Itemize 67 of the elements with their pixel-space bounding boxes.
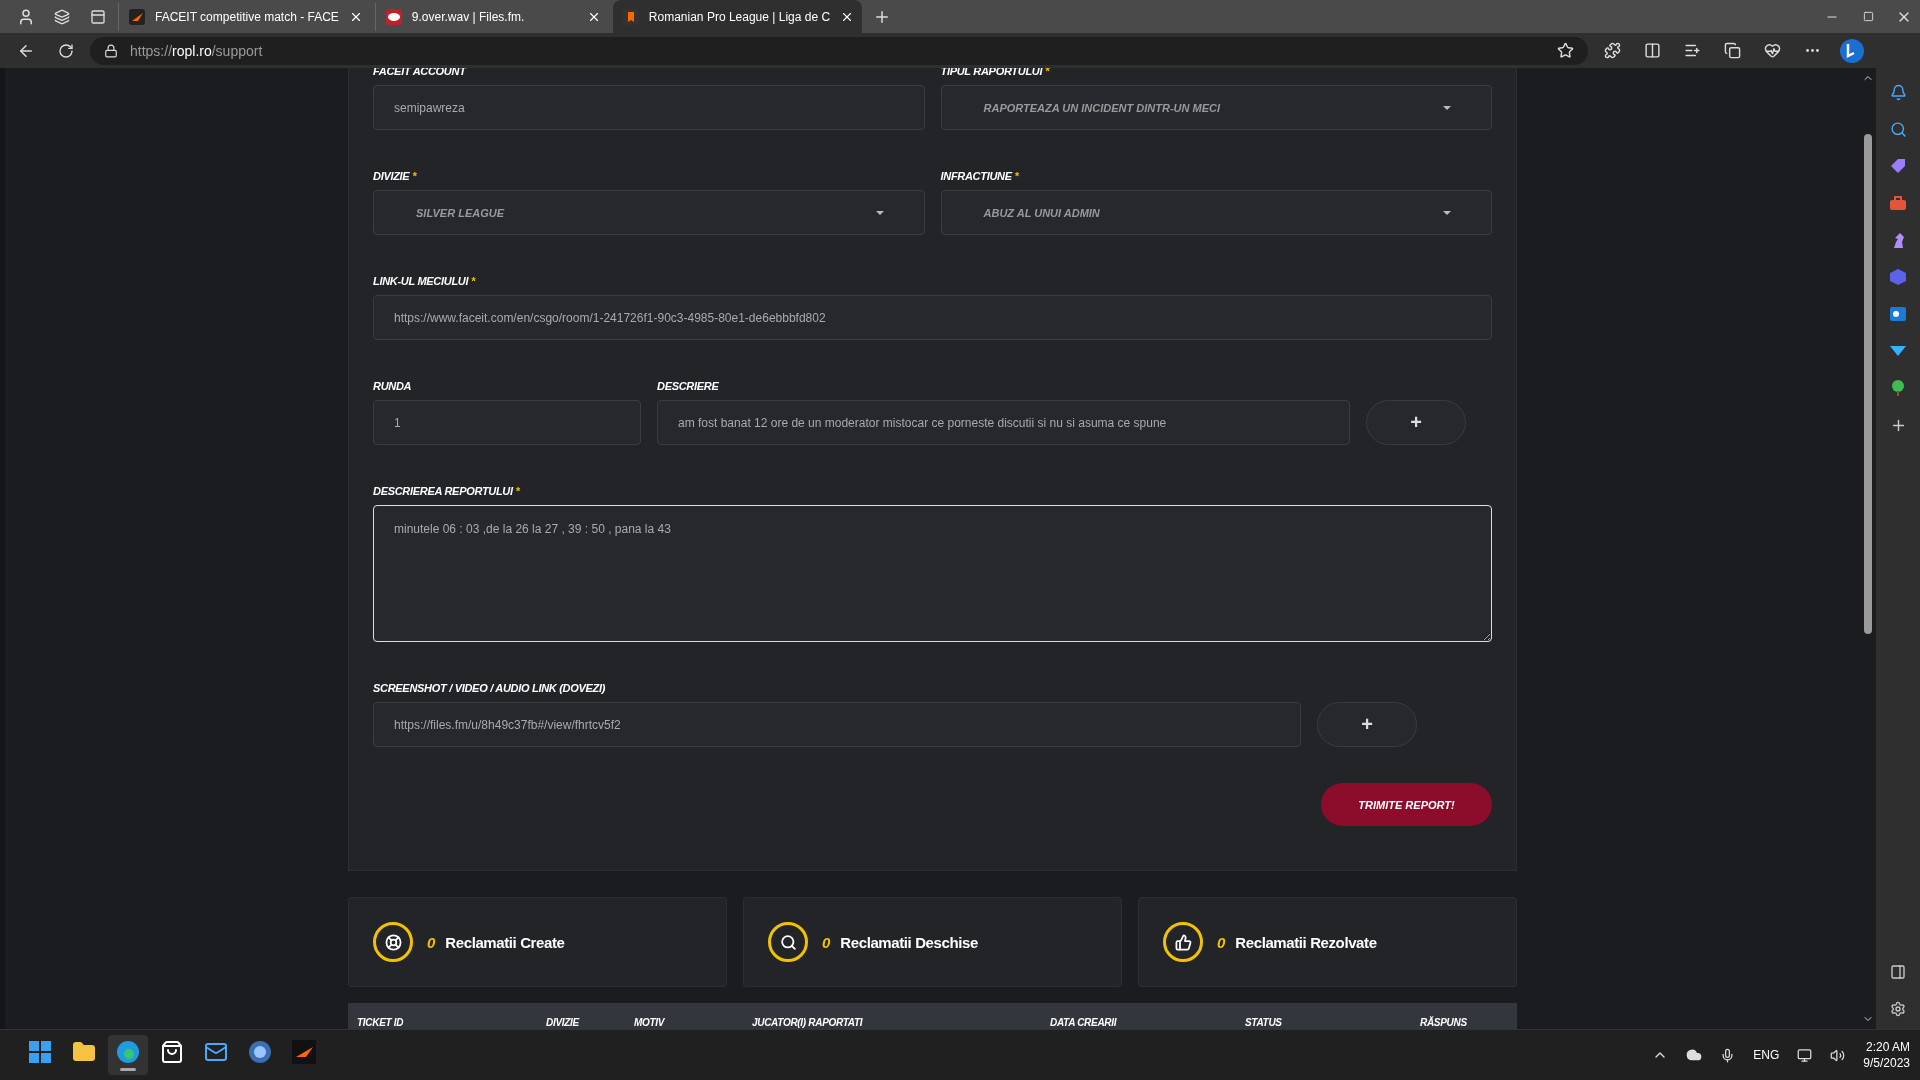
input-field[interactable]: https://www.faceit.com/en/csgo/room/1-241726f1-90c3-4985-80e1-de6ebbbfd802 [373, 295, 1492, 340]
search-icon[interactable] [1888, 119, 1908, 139]
field-label: DESCRIERE [657, 380, 720, 392]
thumbs-up-icon [1163, 922, 1203, 962]
select-field[interactable]: SILVER LEAGUE [373, 190, 925, 235]
column-header: TICKET ID [357, 1017, 405, 1029]
input-field[interactable]: https://files.fm/u/8h49c37fb#/view/fhrtcv5f2 [373, 702, 1301, 747]
caret-icon [1443, 105, 1451, 110]
store-icon [160, 1039, 184, 1064]
column-header: DIVIZIE [546, 1017, 581, 1029]
volume-icon[interactable] [1830, 1047, 1846, 1063]
column-header: MOTIV [634, 1017, 666, 1029]
network-icon[interactable] [1797, 1047, 1813, 1063]
address-bar[interactable]: https://ropl.ro/support [90, 36, 1588, 65]
column-header: STATUS [1245, 1017, 1283, 1029]
field-label: FACEIT ACCOUNT [373, 68, 467, 77]
lock-icon [104, 43, 118, 58]
browser-tab[interactable]: FACEIT competitive match - FACE [118, 2, 371, 31]
windows-icon [28, 1039, 52, 1064]
faceit-app-icon [292, 1039, 316, 1064]
column-header: JUCATOR(I) RAPORTATI [752, 1017, 864, 1029]
stat-count: 0 [427, 933, 436, 951]
field-label: DIVIZIE * [373, 170, 418, 182]
bell-icon[interactable] [1888, 82, 1908, 102]
stat-count: 0 [822, 933, 831, 951]
sidebar-icon[interactable] [1888, 962, 1908, 982]
textarea-field[interactable]: minutele 06 : 03 ,de la 26 la 27 , 39 : 50 , pana la 43 [373, 505, 1492, 642]
input-field[interactable]: am fost banat 12 ore de un moderator mistocar ce porneste discutii si nu si asuma ce spune [657, 400, 1350, 445]
cloud-icon[interactable] [1686, 1047, 1703, 1063]
select-field[interactable]: RAPORTEAZA UN INCIDENT DINTR-UN MECI [940, 85, 1492, 130]
submit-button[interactable]: TRIMITE REPORT! [1321, 783, 1492, 826]
search-icon [768, 922, 808, 962]
field-label: INFRACTIUNE * [940, 170, 1020, 182]
favicon-icon [622, 8, 639, 25]
stat-label: Reclamatii Rezolvate [1235, 933, 1377, 951]
folder-icon [72, 1039, 96, 1064]
settings-icon[interactable] [1888, 999, 1908, 1019]
field-label: LINK-UL MECIULUI * [373, 275, 477, 287]
lifebuoy-icon [373, 922, 413, 962]
select-field[interactable]: ABUZ AL UNUI ADMIN [940, 190, 1492, 235]
field-label: TIPUL RAPORTULUI * [940, 68, 1051, 77]
field-label: RUNDA [373, 380, 413, 392]
favicon-icon [385, 8, 402, 25]
circle-app-icon [248, 1039, 272, 1064]
browser-icon [116, 1039, 140, 1064]
add-button[interactable]: + [1317, 702, 1417, 747]
browser-tab[interactable]: Romanian Pro League | Liga de C [612, 0, 863, 33]
favicon-icon [129, 8, 145, 25]
clock[interactable]: 2:20 AM 9/5/2023 [1863, 1040, 1910, 1070]
input-field[interactable]: semipawreza [373, 85, 925, 130]
language-indicator[interactable]: ENG [1753, 1048, 1780, 1062]
toolbox-icon[interactable] [1888, 193, 1908, 213]
caret-icon [1443, 210, 1451, 215]
column-header: DATA CREARII [1050, 1017, 1118, 1029]
favorite-star-icon[interactable] [1557, 42, 1574, 59]
caret-icon [875, 210, 884, 215]
stat-count: 0 [1217, 933, 1226, 951]
add-button[interactable]: + [1366, 400, 1466, 445]
input-field[interactable]: 1 [373, 400, 641, 445]
field-label: DESCRIEREA REPORTULUI * [373, 485, 521, 497]
stat-label: Reclamatii Deschise [840, 933, 978, 951]
column-header: RĂSPUNS [1420, 1017, 1468, 1029]
stat-label: Reclamatii Create [445, 933, 565, 951]
field-label: SCREENSHOT / VIDEO / AUDIO LINK (DOVEZI) [373, 682, 607, 694]
browser-tab[interactable]: 9.over.wav | Files.fm. [374, 2, 609, 31]
scrollbar-thumb[interactable] [1864, 133, 1872, 634]
microphone-icon[interactable] [1720, 1047, 1736, 1063]
